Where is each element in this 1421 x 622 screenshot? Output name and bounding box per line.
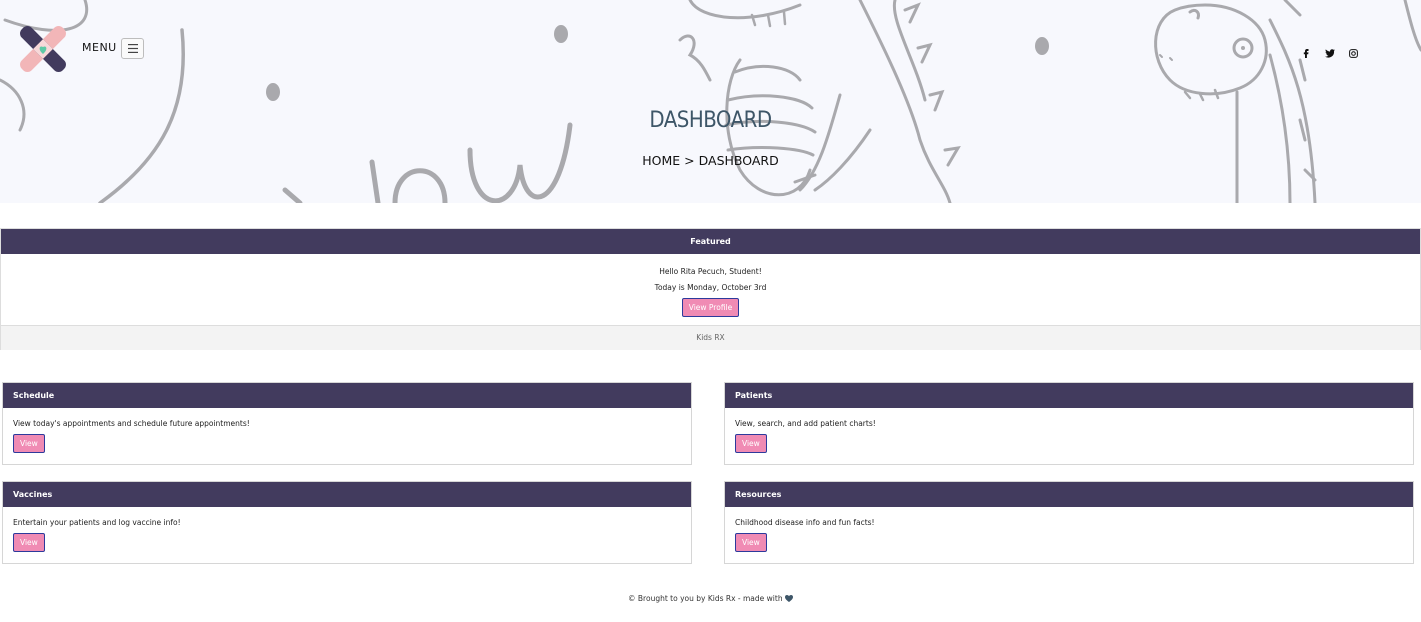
hero-banner: MENU DASHBOARD HOME > DASHBOARD — [0, 0, 1421, 203]
featured-card: Featured Hello Rita Pecuch, Student! Tod… — [0, 228, 1421, 350]
featured-footer: Kids RX — [1, 325, 1420, 350]
footer-text: © Brought to you by Kids Rx - made with — [628, 594, 783, 603]
date-text: Today is Monday, October 3rd — [654, 283, 767, 292]
card-text: Entertain your patients and log vaccine … — [13, 518, 181, 527]
card-title: Schedule — [3, 383, 691, 408]
heart-icon — [784, 595, 793, 602]
breadcrumb: HOME > DASHBOARD — [642, 153, 779, 168]
card-title: Resources — [725, 482, 1413, 507]
instagram-icon[interactable] — [1347, 47, 1359, 59]
resources-card: Resources Childhood disease info and fun… — [724, 481, 1414, 564]
vaccines-view-button[interactable]: View — [13, 533, 45, 552]
greeting-text: Hello Rita Pecuch, Student! — [659, 267, 762, 276]
menu-label[interactable]: MENU — [82, 41, 117, 54]
hamburger-icon — [127, 44, 138, 53]
vaccines-card: Vaccines Entertain your patients and log… — [2, 481, 692, 564]
card-text: View, search, and add patient charts! — [735, 419, 876, 428]
schedule-card: Schedule View today's appointments and s… — [2, 382, 692, 465]
schedule-view-button[interactable]: View — [13, 434, 45, 453]
featured-body: Hello Rita Pecuch, Student! Today is Mon… — [1, 254, 1420, 325]
dinosaur-illustration — [0, 0, 1421, 203]
card-text: View today's appointments and schedule f… — [13, 419, 250, 428]
twitter-icon[interactable] — [1324, 47, 1336, 59]
page-title: DASHBOARD — [649, 108, 772, 133]
kids-rx-bandage-logo[interactable] — [18, 24, 68, 74]
view-profile-button[interactable]: View Profile — [681, 298, 740, 317]
menu-toggle-button[interactable] — [121, 38, 144, 59]
resources-view-button[interactable]: View — [735, 533, 767, 552]
facebook-icon[interactable] — [1300, 47, 1312, 59]
patients-view-button[interactable]: View — [735, 434, 767, 453]
page-footer: © Brought to you by Kids Rx - made with — [0, 594, 1421, 603]
featured-header: Featured — [1, 229, 1420, 254]
card-title: Patients — [725, 383, 1413, 408]
card-title: Vaccines — [3, 482, 691, 507]
card-text: Childhood disease info and fun facts! — [735, 518, 875, 527]
patients-card: Patients View, search, and add patient c… — [724, 382, 1414, 465]
